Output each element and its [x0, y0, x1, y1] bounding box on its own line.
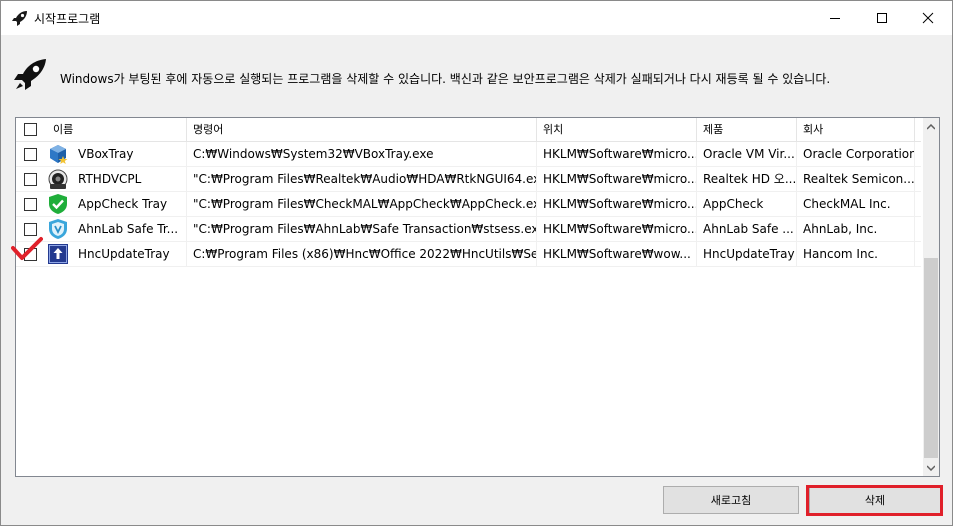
column-company[interactable]: 회사: [797, 118, 915, 142]
scroll-down-button[interactable]: [923, 459, 939, 476]
minimize-button[interactable]: [812, 1, 858, 35]
column-command[interactable]: 명령어: [187, 118, 537, 142]
refresh-button[interactable]: 새로고침: [663, 486, 799, 514]
cell-product: Realtek HD 오...: [697, 167, 797, 192]
table-row[interactable]: AhnLab Safe Tr... "C:₩Program Files₩AhnL…: [16, 217, 921, 242]
update-arrow-icon: [48, 244, 68, 264]
column-name[interactable]: 이름: [47, 118, 187, 142]
cell-command: C:₩Windows₩System32₩VBoxTray.exe: [187, 142, 537, 167]
cell-company: Oracle Corporation: [797, 142, 915, 167]
cell-product: AhnLab Safe ...: [697, 217, 797, 242]
cell-name: HncUpdateTray: [72, 242, 187, 267]
column-product[interactable]: 제품: [697, 118, 797, 142]
chevron-down-icon: [927, 464, 935, 471]
cell-name: AhnLab Safe Tr...: [72, 217, 187, 242]
window-title: 시작프로그램: [34, 12, 101, 26]
cell-company: Realtek Semicon...: [797, 167, 915, 192]
virtualbox-icon: [50, 145, 68, 164]
close-icon: [922, 12, 934, 24]
vertical-scrollbar[interactable]: [923, 118, 939, 476]
maximize-icon: [877, 13, 887, 23]
cell-name: RTHDVCPL: [72, 167, 187, 192]
speaker-icon: [48, 169, 68, 189]
table-row[interactable]: AppCheck Tray "C:₩Program Files₩CheckMAL…: [16, 192, 921, 217]
startup-program-list[interactable]: 이름 명령어 위치 제품 회사 VBoxTray C:₩Windows₩Syst…: [15, 117, 940, 477]
cell-location: HKLM₩Software₩micro...: [537, 217, 697, 242]
cell-company: AhnLab, Inc.: [797, 217, 915, 242]
cell-company: CheckMAL Inc.: [797, 192, 915, 217]
row-checkbox[interactable]: [24, 223, 37, 236]
row-checkbox[interactable]: [24, 148, 37, 161]
table-row[interactable]: HncUpdateTray C:₩Program Files (x86)₩Hnc…: [16, 242, 921, 267]
cell-location: HKLM₩Software₩wow...: [537, 242, 697, 267]
row-checkbox[interactable]: [24, 173, 37, 186]
rocket-icon: [12, 11, 27, 26]
cell-location: HKLM₩Software₩micro...: [537, 192, 697, 217]
cell-product: Oracle VM Vir...: [697, 142, 797, 167]
shield-check-icon: [49, 194, 67, 214]
delete-button[interactable]: 삭제: [809, 486, 941, 514]
ahnlab-shield-icon: [49, 219, 67, 239]
cell-name: AppCheck Tray: [72, 192, 187, 217]
list-header: 이름 명령어 위치 제품 회사: [16, 118, 921, 142]
cell-command: "C:₩Program Files₩Realtek₩Audio₩HDA₩RtkN…: [187, 167, 537, 192]
cell-command: "C:₩Program Files₩CheckMAL₩AppCheck₩AppC…: [187, 192, 537, 217]
row-checkbox[interactable]: [24, 198, 37, 211]
cell-location: HKLM₩Software₩micro...: [537, 167, 697, 192]
close-button[interactable]: [905, 1, 951, 35]
maximize-button[interactable]: [859, 1, 905, 35]
row-checkbox[interactable]: [24, 248, 37, 261]
minimize-icon: [830, 18, 840, 19]
cell-command: C:₩Program Files (x86)₩Hnc₩Office 2022₩H…: [187, 242, 537, 267]
cell-product: AppCheck: [697, 192, 797, 217]
cell-product: HncUpdateTray: [697, 242, 797, 267]
select-all-checkbox[interactable]: [24, 123, 37, 136]
cell-command: "C:₩Program Files₩AhnLab₩Safe Transactio…: [187, 217, 537, 242]
select-all-column: [16, 118, 47, 142]
startup-programs-window: 시작프로그램 Windows가 부팅된 후에 자동으로 실행되는 프로그램을 삭…: [0, 0, 953, 526]
scrollbar-thumb[interactable]: [924, 258, 938, 458]
header-message: Windows가 부팅된 후에 자동으로 실행되는 프로그램을 삭제할 수 있습…: [60, 72, 831, 86]
cell-company: Hancom Inc.: [797, 242, 915, 267]
cell-location: HKLM₩Software₩micro...: [537, 142, 697, 167]
table-row[interactable]: VBoxTray C:₩Windows₩System32₩VBoxTray.ex…: [16, 142, 921, 167]
title-bar[interactable]: 시작프로그램: [1, 1, 952, 35]
cell-name: VBoxTray: [72, 142, 187, 167]
rocket-icon: [14, 59, 46, 90]
table-row[interactable]: RTHDVCPL "C:₩Program Files₩Realtek₩Audio…: [16, 167, 921, 192]
chevron-up-icon: [927, 123, 935, 130]
scroll-up-button[interactable]: [923, 118, 939, 135]
column-location[interactable]: 위치: [537, 118, 697, 142]
